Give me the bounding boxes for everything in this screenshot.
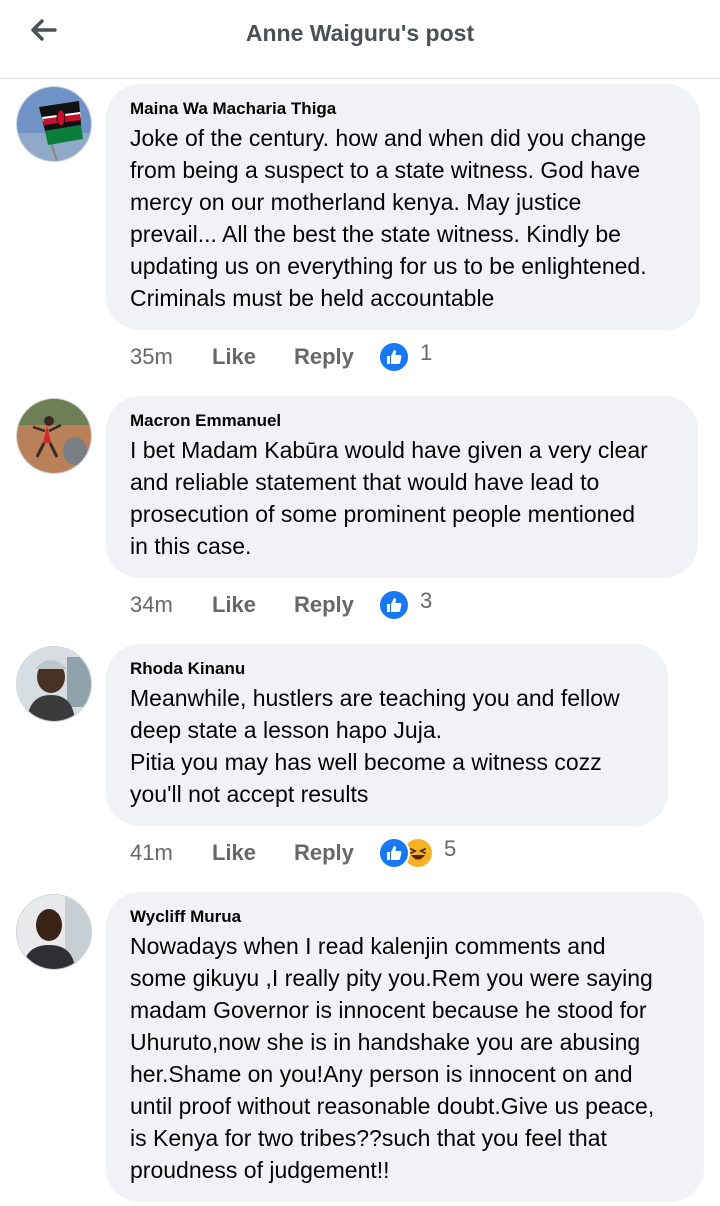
person-avatar-image xyxy=(17,399,91,473)
comment-text-line: until proof without reasonable doubt.Giv… xyxy=(130,1093,655,1119)
like-button[interactable]: Like xyxy=(212,344,294,370)
like-button[interactable]: Like xyxy=(212,840,294,866)
like-button[interactable]: Like xyxy=(212,592,294,618)
comment-author[interactable]: Maina Wa Macharia Thiga xyxy=(130,98,676,120)
reaction-count: 5 xyxy=(444,836,457,861)
comment-text-line: deep state a lesson hapo Juja. xyxy=(130,717,443,743)
comment-bubble: Macron Emmanuel I bet Madam Kabūra would… xyxy=(106,396,698,578)
comment-text-line: her.Shame on you!Any person is innocent … xyxy=(130,1061,633,1087)
reply-button[interactable]: Reply xyxy=(294,840,378,866)
comment-timestamp[interactable]: 35m xyxy=(130,344,212,370)
avatar[interactable] xyxy=(16,894,92,970)
comment-text-line: proudness of judgement!! xyxy=(130,1157,390,1183)
comment-actions: 35m Like Reply 1 xyxy=(130,340,432,374)
avatar[interactable] xyxy=(16,646,92,722)
comment-text-line: Meanwhile, hustlers are teaching you and… xyxy=(130,685,620,711)
comment-bubble: Wycliff Murua Nowadays when I read kalen… xyxy=(106,892,704,1202)
comment-text-line: Joke of the century. how and when did yo… xyxy=(130,125,647,151)
comment-actions: 41m Like Reply 5 xyxy=(130,836,456,870)
comment-text-line: some gikuyu ,I really pity you.Rem you w… xyxy=(130,965,653,991)
comment-text-line: mercy on our motherland kenya. May justi… xyxy=(130,189,582,215)
comment-author[interactable]: Wycliff Murua xyxy=(130,906,680,928)
comment-text-line: you'll not accept results xyxy=(130,781,369,807)
top-bar: Anne Waiguru's post xyxy=(0,0,720,79)
comment-text-line: prosecution of some prominent people men… xyxy=(130,501,636,527)
comment-text-line: updating us on everything for us to be e… xyxy=(130,253,647,279)
comment-text-line: madam Governor is innocent because he st… xyxy=(130,997,647,1023)
thumbs-up-icon xyxy=(378,341,410,373)
reply-button[interactable]: Reply xyxy=(294,592,378,618)
comment-text-line: I bet Madam Kabūra would have given a ve… xyxy=(130,437,648,463)
comment-text-line: Pitia you may has well become a witness … xyxy=(130,749,602,775)
person-avatar-image xyxy=(17,895,91,969)
comment-text-line: Criminals must be held accountable xyxy=(130,285,495,311)
avatar[interactable] xyxy=(16,86,92,162)
comment-text-line: prevail... All the best the state witnes… xyxy=(130,221,621,247)
comment-timestamp[interactable]: 41m xyxy=(130,840,212,866)
person-avatar-image xyxy=(17,647,91,721)
comment-text-line: is Kenya for two tribes??such that you f… xyxy=(130,1125,607,1151)
reactions-summary[interactable]: 5 xyxy=(378,836,457,869)
thumbs-up-icon xyxy=(378,589,410,621)
comment-text-line: and reliable statement that would have l… xyxy=(130,469,600,495)
comment-author[interactable]: Rhoda Kinanu xyxy=(130,658,644,680)
comment-text-line: Nowadays when I read kalenjin comments a… xyxy=(130,933,606,959)
thumbs-up-icon xyxy=(378,837,410,869)
kenya-flag-avatar-image xyxy=(17,87,91,161)
comment-author[interactable]: Macron Emmanuel xyxy=(130,410,674,432)
comment-bubble: Maina Wa Macharia Thiga Joke of the cent… xyxy=(106,84,700,330)
comment-text-line: in this case. xyxy=(130,533,252,559)
reaction-count: 3 xyxy=(420,588,433,613)
reply-button[interactable]: Reply xyxy=(294,344,378,370)
comment-text-line: from being a suspect to a state witness.… xyxy=(130,157,641,183)
avatar[interactable] xyxy=(16,398,92,474)
reactions-summary[interactable]: 3 xyxy=(378,588,433,621)
comment-text-line: Uhuruto,now she is in handshake you are … xyxy=(130,1029,641,1055)
reactions-summary[interactable]: 1 xyxy=(378,340,433,373)
comment-bubble: Rhoda Kinanu Meanwhile, hustlers are tea… xyxy=(106,644,668,826)
comment-timestamp[interactable]: 34m xyxy=(130,592,212,618)
reaction-count: 1 xyxy=(420,340,433,365)
page-title: Anne Waiguru's post xyxy=(245,20,475,46)
comment-actions: 34m Like Reply 3 xyxy=(130,588,432,622)
